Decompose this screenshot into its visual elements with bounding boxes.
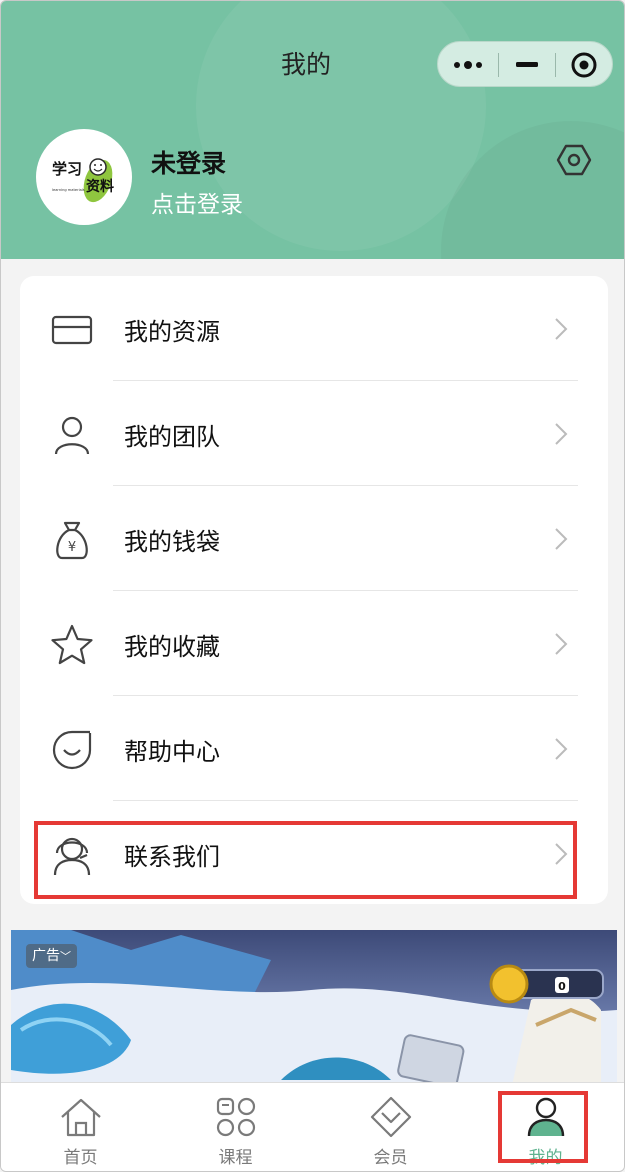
menu-item-label: 我的团队 [124, 423, 220, 451]
tab-vip[interactable]: 会员 [313, 1083, 468, 1171]
chevron-right-icon [555, 633, 568, 655]
settings-hexagon-icon [556, 144, 592, 176]
minimize-icon [516, 62, 538, 67]
tab-home[interactable]: 首页 [3, 1083, 158, 1171]
chevron-right-icon [555, 528, 568, 550]
person-icon [54, 416, 90, 455]
ad-banner[interactable]: 0 广告﹀ [11, 930, 617, 1090]
tab-courses[interactable]: 课程 [158, 1083, 313, 1171]
vip-icon [370, 1096, 412, 1138]
close-target-icon [571, 52, 597, 78]
settings-button[interactable] [556, 142, 592, 178]
miniprogram-capsule [437, 41, 613, 87]
highlight-box [34, 821, 577, 899]
chevron-right-icon [555, 318, 568, 340]
close-button[interactable] [556, 42, 612, 88]
svg-text:资料: 资料 [86, 178, 114, 195]
username: 未登录 [151, 149, 227, 178]
menu-item-label: 我的钱袋 [124, 528, 220, 556]
menu-item-resources[interactable]: 我的资源 [20, 276, 608, 381]
money-bag-icon: ¥ [56, 521, 88, 560]
logo-icon: 学习 资料 learning materials [52, 158, 114, 203]
avatar[interactable]: 学习 资料 learning materials [36, 129, 132, 225]
game-ad-image: 0 [11, 930, 617, 1090]
chevron-right-icon [555, 738, 568, 760]
menu-item-label: 我的收藏 [124, 633, 220, 661]
tab-label: 首页 [63, 1148, 98, 1168]
more-button[interactable] [438, 42, 498, 88]
menu-item-wallet[interactable]: ¥ 我的钱袋 [20, 486, 608, 591]
ad-label-text: 广告 [32, 948, 60, 964]
ad-label[interactable]: 广告﹀ [26, 944, 77, 968]
menu-item-label: 我的资源 [124, 318, 220, 346]
tab-label: 课程 [218, 1148, 253, 1168]
highlight-box [498, 1091, 588, 1163]
menu-item-help[interactable]: 帮助中心 [20, 696, 608, 801]
minimize-button[interactable] [499, 42, 555, 88]
login-link[interactable]: 点击登录 [151, 185, 243, 219]
menu-item-team[interactable]: 我的团队 [20, 381, 608, 486]
profile-header: 我的 学习 资料 learning materials 未登录 点击登录 [1, 1, 624, 259]
menu-card: 我的资源 我的团队 ¥ 我的钱袋 我的收藏 帮助中心 联系我们 [20, 276, 608, 904]
menu-item-favorites[interactable]: 我的收藏 [20, 591, 608, 696]
more-dots-icon [454, 61, 482, 69]
help-icon [52, 730, 92, 770]
chevron-down-icon: ﹀ [60, 950, 71, 963]
app-frame: 我的 学习 资料 learning materials 未登录 点击登录 我的资… [0, 0, 625, 1172]
grid-icon [216, 1097, 256, 1137]
svg-text:学习: 学习 [52, 160, 82, 178]
svg-text:¥: ¥ [68, 540, 76, 555]
svg-text:0: 0 [558, 980, 566, 993]
card-icon [51, 315, 93, 345]
home-icon [61, 1098, 101, 1137]
svg-text:learning materials: learning materials [52, 188, 85, 192]
menu-item-label: 帮助中心 [124, 738, 220, 766]
tab-label: 会员 [373, 1148, 408, 1168]
star-icon [51, 624, 93, 665]
chevron-right-icon [555, 423, 568, 445]
